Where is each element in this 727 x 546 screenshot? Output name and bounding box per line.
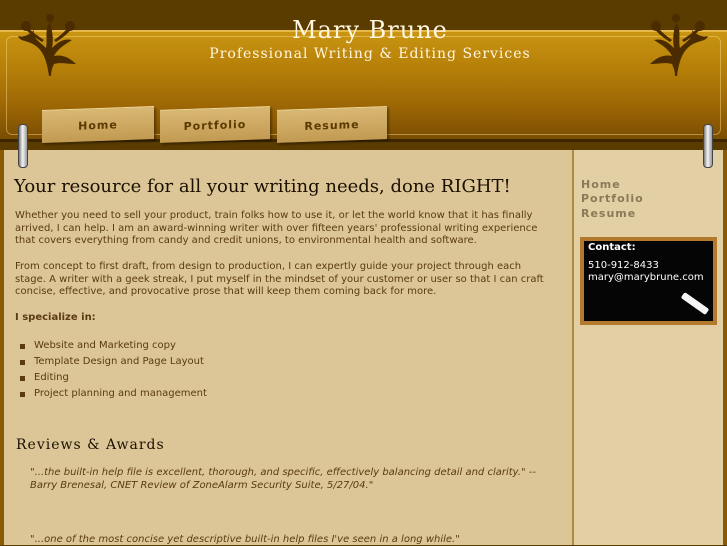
list-item: Project planning and management: [20, 388, 207, 404]
contact-title: Contact:: [588, 242, 636, 253]
site-title: Mary Brune: [292, 16, 448, 44]
binder-ring-right: [703, 124, 713, 168]
review-quote: "...the built-in help file is excellent,…: [30, 467, 536, 491]
sidebar-link-portfolio[interactable]: Portfolio: [581, 192, 644, 205]
intro-paragraph: Whether you need to sell your product, t…: [15, 210, 538, 246]
tab-home[interactable]: Home: [42, 106, 154, 143]
contact-phone: 510-912-8433: [588, 260, 659, 271]
sidebar-link-resume[interactable]: Resume: [581, 207, 636, 220]
list-item: Website and Marketing copy: [20, 340, 207, 356]
list-item: Editing: [20, 372, 207, 388]
list-item: Template Design and Page Layout: [20, 356, 207, 372]
contact-email[interactable]: mary@marybrune.com: [588, 272, 704, 283]
tab-portfolio[interactable]: Portfolio: [160, 106, 270, 143]
tab-resume[interactable]: Resume: [277, 106, 387, 143]
site-subtitle: Professional Writing & Editing Services: [209, 46, 531, 62]
specialize-heading: I specialize in:: [15, 312, 96, 323]
sidebar-link-home[interactable]: Home: [581, 178, 621, 191]
page-headline: Your resource for all your writing needs…: [14, 176, 511, 197]
process-paragraph: From concept to first draft, from design…: [15, 261, 544, 297]
specialties-list: Website and Marketing copy Template Desi…: [20, 340, 207, 404]
binder-ring-left: [18, 124, 28, 168]
reviews-heading: Reviews & Awards: [16, 437, 165, 453]
review-quote: "...one of the most concise yet descript…: [30, 534, 460, 545]
